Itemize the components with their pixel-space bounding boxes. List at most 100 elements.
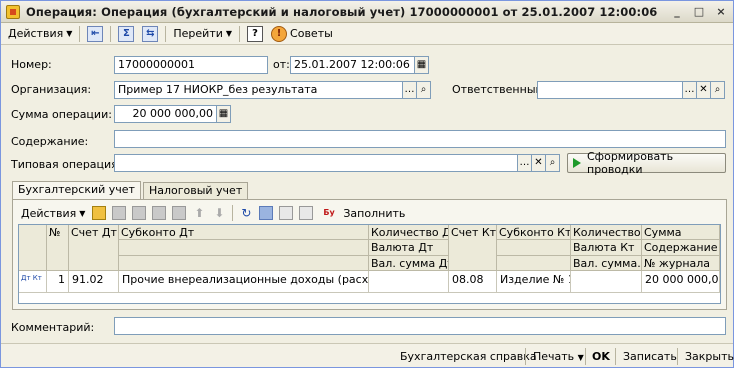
settings-icon[interactable]: [259, 206, 274, 220]
content-field[interactable]: [114, 130, 726, 148]
comment-field[interactable]: [114, 317, 726, 335]
col-header-journal[interactable]: № журнала: [642, 256, 720, 271]
document-icon: Σ: [118, 25, 135, 42]
refresh-icon[interactable]: ↻: [239, 206, 253, 220]
goto-menu-label: Перейти: [173, 27, 223, 40]
col-header-cursum-kt[interactable]: Вал. сумма...: [571, 256, 642, 271]
typical-operation-select-button[interactable]: …: [518, 154, 532, 172]
col-header-content[interactable]: Содержание: [642, 240, 720, 256]
list-icon[interactable]: [299, 206, 314, 220]
qty-kt-cell[interactable]: [571, 271, 642, 293]
clear-icon: ✕: [699, 84, 708, 95]
magnifier-icon: ⌕: [420, 84, 427, 95]
close-button[interactable]: Закрыть: [685, 348, 734, 365]
magnifier-icon: ⌕: [714, 84, 721, 95]
subconto-kt-cell[interactable]: Изделие № 1: [497, 271, 571, 293]
table-actions-menu[interactable]: Действия ▼: [17, 204, 89, 222]
ok-button[interactable]: OK: [592, 348, 610, 365]
organization-label: Организация:: [11, 83, 92, 96]
sum-label: Сумма операции:: [11, 108, 112, 121]
generate-entries-button[interactable]: Сформировать проводки: [567, 150, 726, 176]
fill-button[interactable]: Бу Заполнить: [316, 204, 409, 222]
tips-button[interactable]: ! Советы: [267, 25, 337, 43]
bottom-command-bar: Бухгалтерская справка Печать ▼ OK Записа…: [1, 343, 734, 367]
col-header-currency-dt[interactable]: Валюта Дт: [369, 240, 449, 256]
organization-field[interactable]: Пример 17 НИОКР_без результата: [114, 81, 403, 99]
responsible-field[interactable]: [537, 81, 683, 99]
col-header-account-dt[interactable]: Счет Дт: [69, 225, 119, 271]
col-header-account-kt[interactable]: Счет Кт: [449, 225, 497, 271]
minimize-button[interactable]: _: [669, 4, 685, 19]
window-title: Операция: Операция (бухгалтерский и нало…: [26, 4, 658, 19]
tab-accounting[interactable]: Бухгалтерский учет: [12, 181, 141, 201]
entries-table[interactable]: № Счет Дт Субконто Дт Количество Дт Валю…: [18, 224, 721, 304]
close-window-button[interactable]: ×: [713, 4, 729, 19]
bar-separator: [615, 348, 616, 365]
organization-open-button[interactable]: ⌕: [417, 81, 431, 99]
move-down-icon[interactable]: ⬇: [212, 206, 226, 220]
subconto-dt-cell[interactable]: Прочие внереализационные доходы (расходы…: [119, 271, 369, 293]
chevron-down-icon: ▼: [225, 29, 233, 38]
typical-operation-open-button[interactable]: ⌕: [546, 154, 560, 172]
save-button[interactable]: Записать: [623, 348, 677, 365]
title-bar: Операция: Операция (бухгалтерский и нало…: [1, 1, 733, 23]
help-button[interactable]: ?: [243, 25, 267, 43]
col-header-qty-dt[interactable]: Количество Дт: [369, 225, 449, 240]
col-header-sum[interactable]: Сумма: [642, 225, 720, 240]
organization-select-button[interactable]: …: [403, 81, 417, 99]
responsible-clear-button[interactable]: ✕: [697, 81, 711, 99]
goto-menu[interactable]: Перейти ▼: [169, 25, 236, 43]
ellipsis-icon: …: [519, 157, 530, 168]
chevron-down-icon: ▼: [79, 208, 86, 218]
col-header-cursum-dt[interactable]: Вал. сумма Дт: [369, 256, 449, 271]
open-button[interactable]: Σ: [114, 25, 138, 43]
main-toolbar: Действия ▼ ⇤ Σ ⇆ Перейти ▼ ? ! Советы: [1, 23, 733, 45]
typical-operation-clear-button[interactable]: ✕: [532, 154, 546, 172]
responsible-open-button[interactable]: ⌕: [711, 81, 725, 99]
copy-row-icon[interactable]: [112, 206, 127, 220]
sum-field[interactable]: 20 000 000,00: [114, 105, 217, 123]
print-menu[interactable]: Печать ▼: [533, 348, 584, 365]
add-row-icon[interactable]: [92, 206, 107, 220]
end-edit-icon[interactable]: [172, 206, 187, 220]
col-header-subconto-dt[interactable]: Субконто Дт: [119, 225, 369, 240]
delete-row-icon[interactable]: [152, 206, 167, 220]
sum-cell[interactable]: 20 000 000,00: [642, 271, 720, 293]
calculator-button[interactable]: ▦: [217, 105, 231, 123]
responsible-select-button[interactable]: …: [683, 81, 697, 99]
back-button[interactable]: ⇤: [83, 25, 107, 43]
sort-icon[interactable]: [279, 206, 294, 220]
calendar-button[interactable]: ▦: [415, 56, 429, 74]
col-header-subconto-kt[interactable]: Субконто Кт: [497, 225, 571, 240]
col-header-currency-kt[interactable]: Валюта Кт: [571, 240, 642, 256]
toolbar-separator: [232, 205, 234, 221]
typical-operation-field[interactable]: [114, 154, 518, 172]
entries-panel: Действия ▼ ⬆ ⬇ ↻ Бу Заполнить № Счет Дт …: [12, 199, 727, 310]
generate-entries-label: Сформировать проводки: [587, 150, 674, 176]
refresh-button[interactable]: ⇆: [138, 25, 162, 43]
bar-separator: [585, 348, 586, 365]
play-icon: [573, 158, 581, 168]
ellipsis-icon: …: [684, 84, 695, 95]
chevron-down-icon: ▼: [577, 353, 584, 362]
col-header-qty-kt[interactable]: Количество...: [571, 225, 642, 240]
move-up-icon[interactable]: ⬆: [192, 206, 206, 220]
fill-label: Заполнить: [343, 206, 406, 220]
date-label: от:: [273, 58, 290, 71]
number-field[interactable]: 17000000001: [114, 56, 268, 74]
date-field[interactable]: 25.01.2007 12:00:06: [290, 56, 415, 74]
maximize-button[interactable]: □: [691, 4, 707, 19]
account-kt-cell[interactable]: 08.08: [449, 271, 497, 293]
actions-menu[interactable]: Действия ▼: [4, 25, 76, 43]
account-dt-cell[interactable]: 91.02: [69, 271, 119, 293]
col-header-number[interactable]: №: [47, 225, 69, 271]
tab-tax[interactable]: Налоговый учет: [142, 182, 249, 200]
edit-row-icon[interactable]: [132, 206, 147, 220]
operation-window: Операция: Операция (бухгалтерский и нало…: [0, 0, 734, 368]
app-icon: [6, 4, 20, 19]
help-icon: ?: [247, 25, 264, 42]
accounting-report-button[interactable]: Бухгалтерская справка: [400, 348, 537, 365]
qty-dt-cell[interactable]: [369, 271, 449, 293]
clear-icon: ✕: [534, 157, 543, 168]
row-number-cell[interactable]: 1: [47, 271, 69, 293]
